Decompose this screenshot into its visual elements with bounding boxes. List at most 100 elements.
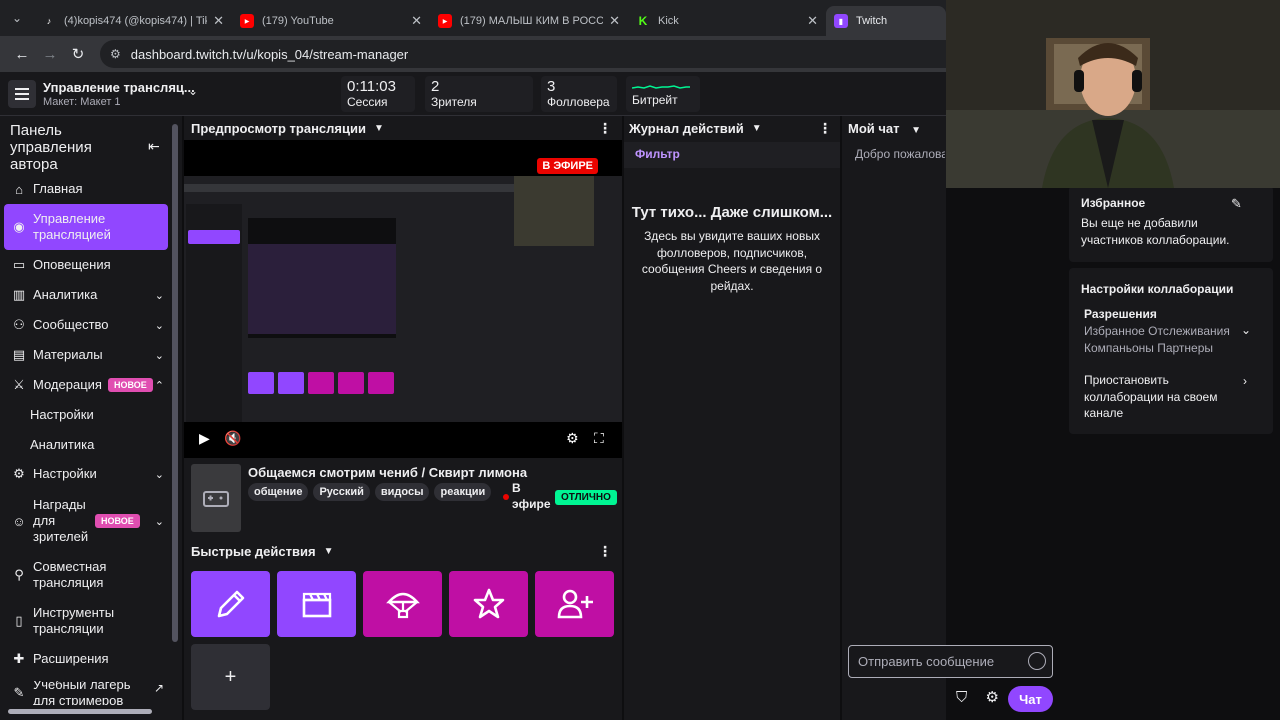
add-raid-button[interactable] <box>535 571 614 637</box>
community-icon: ⚇ <box>13 317 25 332</box>
content-icon: ▤ <box>12 347 26 362</box>
analytics-icon: ▥ <box>12 287 26 302</box>
mute-icon[interactable]: 🔇 <box>224 430 241 447</box>
browser-tab-kick[interactable]: K Kick ✕ <box>628 6 826 36</box>
more-options-icon[interactable]: ⋮ <box>598 120 612 137</box>
sidebar-item-viewer-rewards[interactable]: ☺ Награды для зрителей НОВОЕ ⌄ <box>4 496 168 546</box>
stream-info-card[interactable]: Общаемся смотрим чениб / Сквирт лимона о… <box>184 458 622 538</box>
sidebar-item-community[interactable]: ⚇ Сообщество ⌄ <box>4 316 168 334</box>
rewards-icon: ☺ <box>12 513 26 529</box>
forward-arrow-icon[interactable]: → <box>36 40 64 68</box>
play-icon[interactable]: ▶ <box>199 430 210 447</box>
url-text: dashboard.twitch.tv/u/kopis_04/stream-ma… <box>130 46 409 62</box>
sidebar-item-home[interactable]: ⌂ Главная <box>4 180 168 198</box>
sidebar-horizontal-scrollbar[interactable] <box>8 709 152 714</box>
sidebar-item-stream-manager[interactable]: ◉ Управление трансляцией <box>4 204 168 250</box>
chat-message-input[interactable]: Отправить сообщение <box>848 645 1053 678</box>
chevron-down-icon: ⌄ <box>154 349 164 362</box>
permissions-value[interactable]: Избранное Отслеживания Компаньоны Партне… <box>1084 323 1244 356</box>
chevron-down-icon[interactable]: ▼ <box>911 125 921 136</box>
bitrate-graph <box>632 85 690 89</box>
permissions-label[interactable]: Разрешения <box>1084 307 1157 321</box>
webcam-feed-image <box>946 0 1280 188</box>
edit-stream-info-button[interactable] <box>191 571 270 637</box>
sidebar-item-extensions[interactable]: ✚ Расширения <box>4 650 168 668</box>
tag[interactable]: общение <box>248 483 309 501</box>
create-clip-button[interactable] <box>277 571 356 637</box>
add-quick-action-button[interactable]: + <box>191 644 270 710</box>
browser-tab-tiktok[interactable]: ♪ (4)kopis474 (@kopis474) | TikTok ✕ <box>34 6 232 36</box>
favorites-card: Избранное ✎ Вы еще не добавили участнико… <box>1069 186 1273 262</box>
more-options-icon[interactable]: ⋮ <box>598 543 612 560</box>
browser-tab-twitch[interactable]: ▮ Twitch <box>826 6 946 36</box>
close-tab-icon[interactable]: ✕ <box>213 13 224 29</box>
close-tab-icon[interactable]: ✕ <box>411 13 422 29</box>
followers-stat[interactable]: 3 Фолловера <box>541 76 617 112</box>
tab-search-chevron-icon[interactable]: ⌄ <box>0 0 34 36</box>
fullscreen-icon[interactable]: ⛶ <box>594 430 604 447</box>
pause-collab-option[interactable]: Приостановить коллаборации на своем кана… <box>1084 372 1244 422</box>
chat-send-button[interactable]: Чат <box>1008 686 1053 712</box>
tag[interactable]: видосы <box>374 483 430 501</box>
video-frame <box>184 176 622 422</box>
url-field[interactable]: ⚙ dashboard.twitch.tv/u/kopis_04/stream-… <box>100 40 1000 68</box>
layout-label: Макет: Макет 1 <box>43 96 121 108</box>
sidebar-item-moderation[interactable]: ⚔ Модерация НОВОЕ ⌃ <box>4 376 168 394</box>
stream-title: Общаемся смотрим чениб / Сквирт лимона <box>248 465 528 480</box>
run-ad-button[interactable] <box>363 571 442 637</box>
emoji-icon[interactable] <box>1028 652 1046 670</box>
collab-settings-card: Настройки коллаборации Разрешения Избран… <box>1069 268 1273 434</box>
pencil-icon[interactable]: ✎ <box>1231 196 1242 212</box>
webcam-thumbnail <box>514 176 594 246</box>
my-chat-panel: Мой чат ▼ Добро пожалова <box>842 116 946 720</box>
tools-icon: ▯ <box>15 613 23 628</box>
viewers-stat[interactable]: 2 Зрителя <box>425 76 533 112</box>
player-controls: ▶ 🔇 ⚙ ⛶ <box>184 426 622 454</box>
chevron-down-icon[interactable]: ⌄ <box>1241 323 1251 337</box>
close-tab-icon[interactable]: ✕ <box>609 13 620 29</box>
back-arrow-icon[interactable]: ← <box>8 40 36 68</box>
sidebar-subitem-moderation-analytics[interactable]: Аналитика <box>30 437 94 452</box>
youtube-icon: ▶ <box>438 14 452 28</box>
tag[interactable]: Русский <box>313 483 370 501</box>
sidebar-item-co-streaming[interactable]: ⚲ Совместная трансляция <box>4 558 168 592</box>
sidebar-scrollbar[interactable] <box>172 124 178 642</box>
reload-icon[interactable]: ↻ <box>64 40 92 68</box>
browser-tab-youtube[interactable]: ▶ (179) YouTube ✕ <box>232 6 430 36</box>
tiktok-icon: ♪ <box>46 16 52 26</box>
sidebar-item-analytics[interactable]: ▥ Аналитика ⌄ <box>4 286 168 304</box>
chevron-down-icon: ⌄ <box>154 468 164 481</box>
page-title: Управление трансляц... <box>43 80 195 95</box>
sidebar-item-settings[interactable]: ⚙ Настройки ⌄ <box>4 465 168 483</box>
site-info-icon[interactable]: ⚙ <box>110 47 121 61</box>
chat-settings-icon[interactable]: ⚙ <box>985 689 998 706</box>
tag[interactable]: реакции <box>434 483 492 501</box>
chevron-right-icon[interactable]: › <box>1243 374 1247 388</box>
sidebar-item-bootcamp[interactable]: ✎ Учебный лагерь для стримеров ↗ <box>4 681 168 705</box>
layout-chevron-down-icon[interactable]: ⌄ <box>188 84 198 98</box>
session-stat[interactable]: 0:11:03 Сессия <box>341 76 415 112</box>
settings-gear-icon[interactable]: ⚙ <box>566 430 579 447</box>
menu-icon[interactable] <box>8 80 36 108</box>
collapse-sidebar-icon[interactable]: ⇤ <box>148 138 160 155</box>
sidebar-subitem-moderation-settings[interactable]: Настройки <box>30 407 94 422</box>
filter-link[interactable]: Фильтр <box>635 147 680 161</box>
live-status: В эфире <box>512 481 551 511</box>
activity-header: Журнал действий ▼ ⋮ <box>629 119 832 137</box>
empty-state-title: Тут тихо... Даже слишком... <box>631 204 833 221</box>
sidebar-item-content[interactable]: ▤ Материалы ⌄ <box>4 346 168 364</box>
add-user-icon <box>557 589 593 619</box>
sidebar-item-alerts[interactable]: ▭ Оповещения <box>4 256 168 274</box>
chevron-down-icon[interactable]: ▼ <box>324 546 334 557</box>
browser-tab-youtube-2[interactable]: ▶ (179) МАЛЫШ КИМ В РОССИИ ✕ <box>430 6 628 36</box>
video-player[interactable]: В ЭФИРЕ ▶ 🔇 ⚙ ⛶ <box>184 140 622 458</box>
shield-icon[interactable]: ⛉ <box>956 689 967 706</box>
alerts-icon: ▭ <box>12 257 26 272</box>
chevron-down-icon[interactable]: ▼ <box>752 123 762 134</box>
more-options-icon[interactable]: ⋮ <box>818 120 832 137</box>
shoutout-button[interactable] <box>449 571 528 637</box>
sidebar-item-stream-tools[interactable]: ▯ Инструменты трансляции <box>4 604 168 638</box>
close-tab-icon[interactable]: ✕ <box>807 13 818 29</box>
chevron-down-icon[interactable]: ▼ <box>374 123 384 134</box>
bitrate-stat[interactable]: Битрейт <box>626 76 700 112</box>
